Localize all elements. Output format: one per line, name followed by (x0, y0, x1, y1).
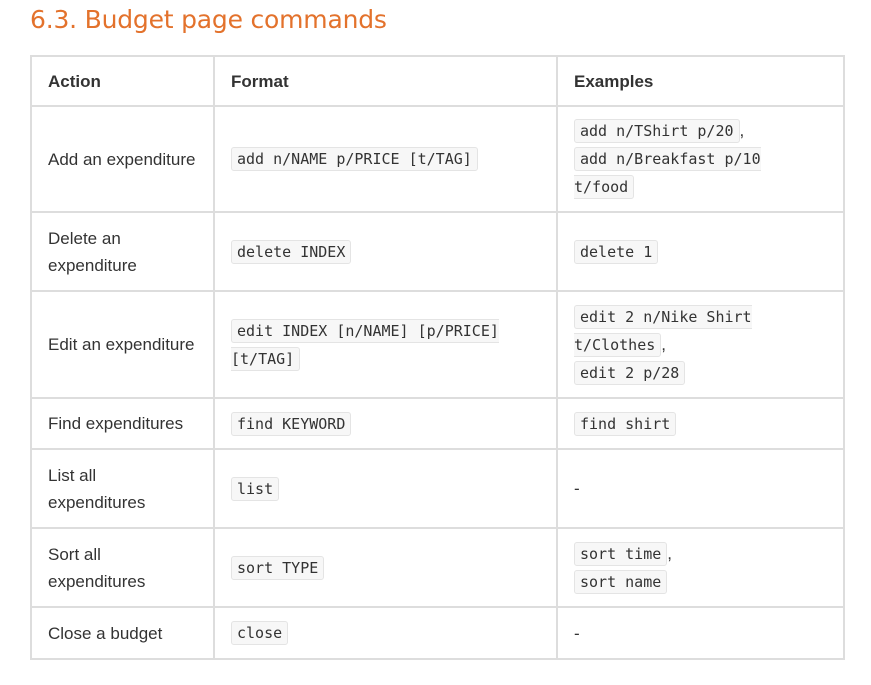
examples-cell: find shirt (556, 397, 845, 450)
format-code: find KEYWORD (231, 411, 352, 436)
action-cell: Sort all expenditures (30, 527, 215, 608)
example-code: edit 2 p/28 (574, 360, 686, 385)
column-header-format: Format (213, 55, 558, 107)
format-code: sort TYPE (231, 555, 325, 580)
format-cell: close (213, 606, 558, 660)
action-cell: Delete an expenditure (30, 211, 215, 292)
table-row: Find expenditures find KEYWORD find shir… (30, 397, 845, 450)
separator: , (661, 334, 667, 354)
format-code: close (231, 621, 289, 645)
example-code: add n/Breakfast p/10 t/food (574, 147, 761, 199)
format-code: add n/NAME p/PRICE [t/TAG] (231, 147, 478, 171)
table-row: Delete an expenditure delete INDEX delet… (30, 211, 845, 292)
table-row: List all expenditures list - (30, 448, 845, 529)
format-cell: add n/NAME p/PRICE [t/TAG] (213, 105, 558, 213)
table-row: Close a budget close - (30, 606, 845, 660)
example-code: add n/TShirt p/20 (574, 119, 740, 143)
format-code: delete INDEX (231, 239, 352, 264)
format-cell: sort TYPE (213, 527, 558, 608)
table-row: Edit an expenditure edit INDEX [n/NAME] … (30, 290, 845, 399)
format-cell: find KEYWORD (213, 397, 558, 450)
format-code: edit INDEX [n/NAME] [p/PRICE] [t/TAG] (231, 318, 499, 371)
section-title: 6.3. Budget page commands (30, 5, 387, 34)
format-cell: list (213, 448, 558, 529)
separator: , (739, 121, 745, 140)
examples-cell: add n/TShirt p/20, add n/Breakfast p/10 t… (556, 105, 845, 213)
empty-example: - (574, 479, 580, 498)
table-row: Sort all expenditures sort TYPE sort tim… (30, 527, 845, 608)
action-cell: Add an expenditure (30, 105, 215, 213)
format-cell: edit INDEX [n/NAME] [p/PRICE] [t/TAG] (213, 290, 558, 399)
empty-example: - (574, 623, 580, 643)
action-cell: List all expenditures (30, 448, 215, 529)
column-header-examples: Examples (556, 55, 845, 107)
separator: , (667, 543, 673, 563)
example-code: delete 1 (574, 239, 659, 264)
table-header-row: Action Format Examples (30, 55, 845, 107)
examples-cell: - (556, 606, 845, 660)
example-code: sort time (574, 541, 668, 566)
column-header-action: Action (30, 55, 215, 107)
example-code: sort name (574, 569, 668, 594)
examples-cell: - (556, 448, 845, 529)
commands-table: Action Format Examples Add an expenditur… (30, 55, 845, 660)
examples-cell: edit 2 n/Nike Shirt t/Clothes, edit 2 p/2… (556, 290, 845, 399)
action-cell: Find expenditures (30, 397, 215, 450)
format-code: list (231, 476, 280, 501)
action-cell: Close a budget (30, 606, 215, 660)
format-cell: delete INDEX (213, 211, 558, 292)
example-code: find shirt (574, 411, 677, 436)
action-cell: Edit an expenditure (30, 290, 215, 399)
examples-cell: delete 1 (556, 211, 845, 292)
table-row: Add an expenditure add n/NAME p/PRICE [t… (30, 105, 845, 213)
examples-cell: sort time, sort name (556, 527, 845, 608)
